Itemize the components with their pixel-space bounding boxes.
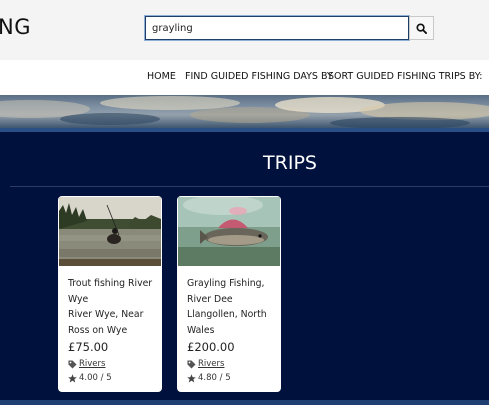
title-divider <box>10 186 489 187</box>
search-input[interactable] <box>144 15 410 41</box>
underwater-grayling-photo[interactable] <box>178 197 280 266</box>
trip-card-title-line: Grayling Fishing, River Dee <box>187 278 265 305</box>
main-nav: HOME FIND GUIDED FISHING DAYS BY SORT GU… <box>0 60 489 95</box>
trip-card-price: £75.00 <box>68 340 109 354</box>
star-icon <box>187 373 196 382</box>
trip-card-price: £200.00 <box>187 340 235 354</box>
trip-card-category: Rivers <box>187 359 224 369</box>
trip-card-location: River Wye, Near Ross on Wye <box>68 309 144 336</box>
trip-card-title: Grayling Fishing, River Dee Llangollen, … <box>187 276 277 338</box>
category-link-rivers[interactable]: Rivers <box>198 359 224 369</box>
section-top-stripe <box>0 128 489 132</box>
tag-icon <box>68 359 77 369</box>
search-button[interactable] <box>409 16 434 40</box>
trip-card-rating: 4.00 / 5 <box>68 373 112 383</box>
tag-icon <box>187 359 196 369</box>
rating-value: 4.00 / 5 <box>79 373 112 383</box>
trip-card-rating: 4.80 / 5 <box>187 373 231 383</box>
nav-home[interactable]: HOME <box>147 71 176 82</box>
angler-in-river-photo[interactable] <box>59 197 161 266</box>
nav-find-guided-fishing-days[interactable]: FIND GUIDED FISHING DAYS BY <box>185 71 333 82</box>
site-brand[interactable]: NG <box>0 15 31 39</box>
section-title: TRIPS <box>263 152 317 174</box>
top-header: NG <box>0 0 489 60</box>
nav-sort-guided-fishing-trips[interactable]: SORT GUIDED FISHING TRIPS BY: <box>328 71 482 82</box>
trip-card[interactable]: Trout fishing River Wye River Wye, Near … <box>58 196 162 392</box>
trip-card-location: Llangollen, North Wales <box>187 309 267 336</box>
bottom-strip <box>0 400 489 405</box>
trip-card[interactable]: Grayling Fishing, River Dee Llangollen, … <box>177 196 281 392</box>
star-icon <box>68 373 77 382</box>
trip-card-category: Rivers <box>68 359 105 369</box>
hero-banner-image <box>0 95 489 128</box>
trip-card-title-line: Trout fishing River Wye <box>68 278 153 305</box>
search-form <box>144 15 435 41</box>
rating-value: 4.80 / 5 <box>198 373 231 383</box>
search-icon <box>416 22 427 34</box>
trip-card-title: Trout fishing River Wye River Wye, Near … <box>68 276 158 338</box>
category-link-rivers[interactable]: Rivers <box>79 359 105 369</box>
